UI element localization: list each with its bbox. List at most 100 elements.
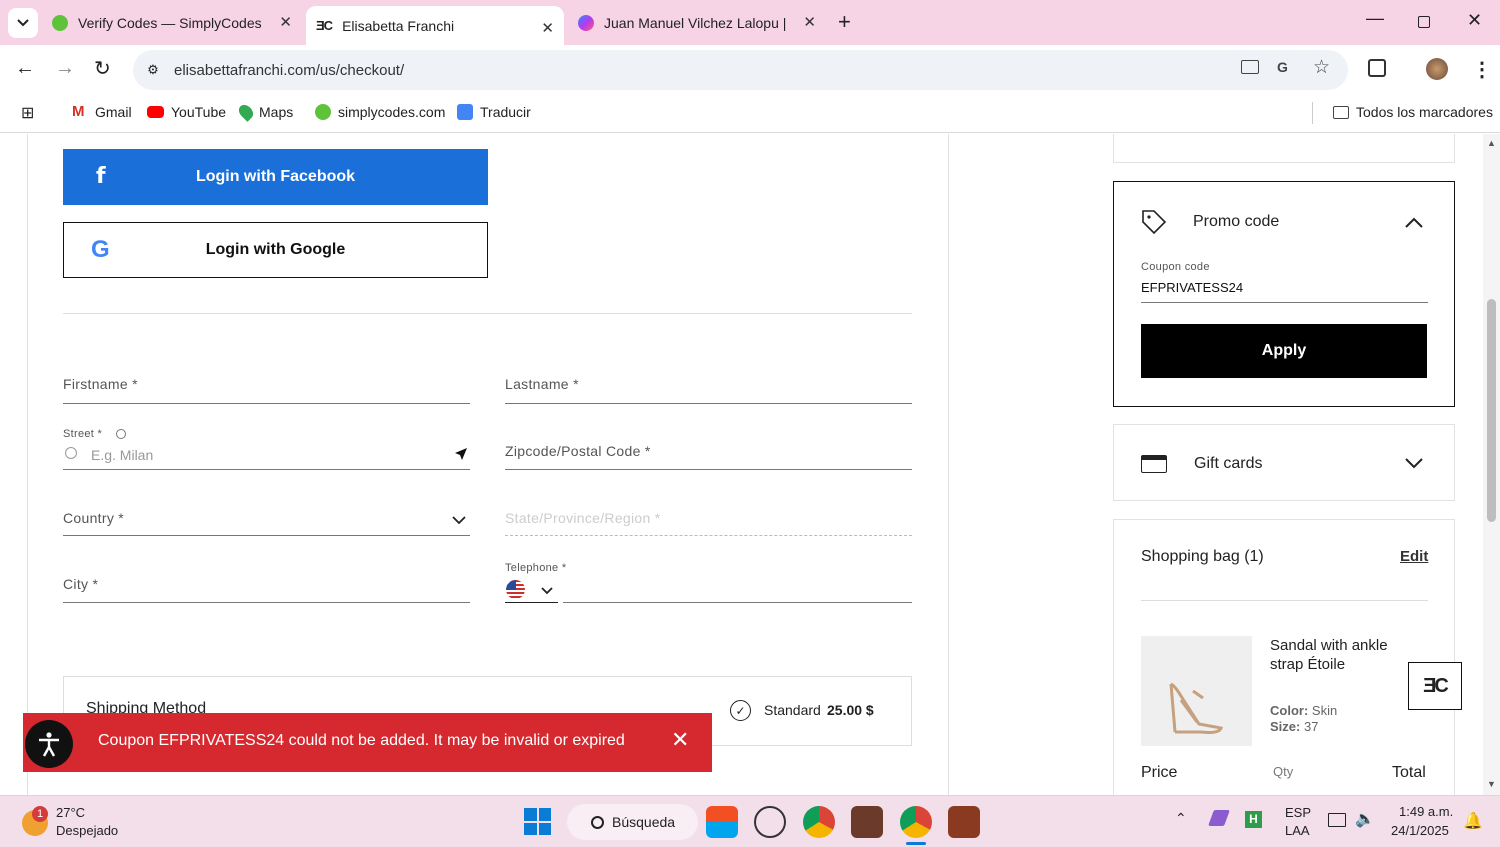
divider <box>63 313 912 314</box>
location-arrow-icon[interactable] <box>454 447 468 461</box>
weather-widget[interactable]: 1 27°C Despejado <box>20 802 130 842</box>
chevron-up-icon[interactable]: ⌃ <box>1175 810 1187 827</box>
close-icon[interactable]: ✕ <box>803 13 816 31</box>
ef-logo-icon: ƎC <box>1423 674 1449 697</box>
chevron-up-icon[interactable] <box>1405 217 1423 228</box>
promo-code-panel: Promo code Coupon code EFPRIVATESS24 App… <box>1113 181 1455 407</box>
back-button[interactable]: ← <box>15 57 35 80</box>
messenger-icon <box>578 14 594 31</box>
simplycodes-icon <box>52 14 68 31</box>
summary-box-top <box>1113 134 1455 163</box>
city-field[interactable]: City * <box>63 569 470 603</box>
new-tab-button[interactable]: + <box>838 9 851 35</box>
active-indicator <box>906 842 926 845</box>
toast-message: Coupon EFPRIVATESS24 could not be added.… <box>98 732 625 749</box>
close-icon[interactable]: ✕ <box>541 19 554 37</box>
bookmark-label: YouTube <box>171 104 227 120</box>
network-icon[interactable] <box>1328 813 1346 827</box>
field-label: Street * <box>63 428 103 440</box>
divider <box>1141 600 1428 601</box>
button-label: Login with Google <box>205 241 346 258</box>
product-image[interactable] <box>1141 636 1252 746</box>
phone-country-select[interactable] <box>505 578 558 603</box>
state-field[interactable]: State/Province/Region * <box>505 502 912 536</box>
apply-button[interactable]: Apply <box>1141 324 1427 378</box>
bookmark-label: Traducir <box>480 104 531 120</box>
translate-icon[interactable]: G <box>1277 59 1288 75</box>
street-field[interactable]: Street * E.g. Milan <box>63 427 470 470</box>
scroll-down-arrow[interactable]: ▼ <box>1487 779 1496 789</box>
site-info-icon[interactable]: ⚙ <box>144 61 162 79</box>
credit-card-icon <box>1141 455 1167 473</box>
tag-icon <box>1142 210 1167 235</box>
login-facebook-button[interactable]: f Login with Facebook <box>63 149 488 205</box>
country-select[interactable]: Country * <box>63 502 470 536</box>
check-circle-icon[interactable]: ✓ <box>730 700 751 721</box>
tab-simplycodes[interactable]: Verify Codes — SimplyCodes ✕ <box>52 0 302 45</box>
checkout-page: f Login with Facebook G Login with Googl… <box>0 134 1500 795</box>
bookmark-youtube[interactable]: YouTube <box>147 101 226 123</box>
scrollbar[interactable]: ▲ ▼ <box>1483 134 1500 795</box>
restore-button[interactable] <box>1418 16 1430 28</box>
extensions-icon[interactable] <box>1368 59 1386 77</box>
search-label: Búsqueda <box>612 814 676 830</box>
pen-icon[interactable] <box>1208 810 1230 826</box>
menu-icon[interactable]: ⋮ <box>1472 57 1492 82</box>
close-window-button[interactable]: ✕ <box>1467 10 1482 31</box>
media-player-icon[interactable] <box>754 806 786 838</box>
chrome-active-icon[interactable] <box>900 806 932 838</box>
language-indicator[interactable]: ESP <box>1285 805 1311 820</box>
tab-search-button[interactable] <box>8 8 38 38</box>
bookmark-traducir[interactable]: Traducir <box>457 101 531 123</box>
bookmark-maps[interactable]: Maps <box>236 101 293 123</box>
notifications-icon[interactable]: 🔔 <box>1463 811 1483 831</box>
edit-link[interactable]: Edit <box>1400 548 1428 565</box>
photo-app-icon[interactable] <box>851 806 883 838</box>
minimize-button[interactable]: — <box>1366 8 1384 29</box>
search-icon <box>65 447 77 459</box>
app-h-icon[interactable]: H <box>1245 811 1262 828</box>
tab-messenger[interactable]: Juan Manuel Vilchez Lalopu | M ✕ <box>578 0 826 45</box>
volume-icon[interactable]: 🔈 <box>1355 809 1375 829</box>
url-text[interactable]: elisabettafranchi.com/us/checkout/ <box>174 62 404 79</box>
gift-cards-panel[interactable]: Gift cards <box>1113 424 1455 501</box>
field-label: Firstname * <box>63 376 138 392</box>
chevron-down-icon <box>17 19 29 27</box>
lastname-field[interactable]: Lastname * <box>505 370 912 404</box>
scroll-up-arrow[interactable]: ▲ <box>1487 138 1496 148</box>
address-bar[interactable]: ⚙ elisabettafranchi.com/us/checkout/ G ☆ <box>133 50 1348 90</box>
forward-button[interactable]: → <box>55 57 75 80</box>
field-label: Country * <box>63 510 125 526</box>
field-label: Zipcode/Postal Code * <box>505 443 651 459</box>
tab-elisabetta-franchi[interactable]: ƎC Elisabetta Franchi ✕ <box>306 6 564 45</box>
close-icon[interactable]: ✕ <box>279 13 292 31</box>
ef-chat-widget[interactable]: ƎC <box>1408 662 1462 710</box>
firstname-field[interactable]: Firstname * <box>63 370 470 404</box>
reload-button[interactable]: ↻ <box>94 56 111 81</box>
telephone-label: Telephone * <box>505 562 567 574</box>
close-icon[interactable]: ✕ <box>671 727 689 753</box>
login-google-button[interactable]: G Login with Google <box>63 222 488 278</box>
store-icon[interactable] <box>706 806 738 838</box>
bookmark-simplycodes[interactable]: simplycodes.com <box>315 101 445 123</box>
all-bookmarks[interactable]: Todos los marcadores <box>1333 101 1493 123</box>
bookmark-gmail[interactable]: M Gmail <box>72 101 132 123</box>
chevron-down-icon <box>452 516 466 525</box>
chrome-icon[interactable] <box>803 806 835 838</box>
profile-avatar[interactable] <box>1426 58 1448 80</box>
product-name[interactable]: Sandal with ankle strap Étoile <box>1270 636 1420 674</box>
taskbar-search[interactable]: Búsqueda <box>567 804 698 840</box>
coupon-input[interactable]: EFPRIVATESS24 <box>1141 279 1428 303</box>
bookmark-star-icon[interactable]: ☆ <box>1313 56 1330 79</box>
telephone-input[interactable] <box>563 578 912 603</box>
scrollbar-thumb[interactable] <box>1487 299 1496 522</box>
clock-time[interactable]: 1:49 a.m. <box>1399 804 1453 819</box>
start-button[interactable] <box>524 808 551 835</box>
accessibility-button[interactable] <box>25 720 73 768</box>
install-icon[interactable] <box>1241 60 1259 74</box>
apps-icon[interactable]: ⊞ <box>21 103 34 123</box>
clock-date[interactable]: 24/1/2025 <box>1391 823 1449 838</box>
game-icon[interactable] <box>948 806 980 838</box>
field-label: Lastname * <box>505 376 579 392</box>
zipcode-field[interactable]: Zipcode/Postal Code * <box>505 436 912 470</box>
